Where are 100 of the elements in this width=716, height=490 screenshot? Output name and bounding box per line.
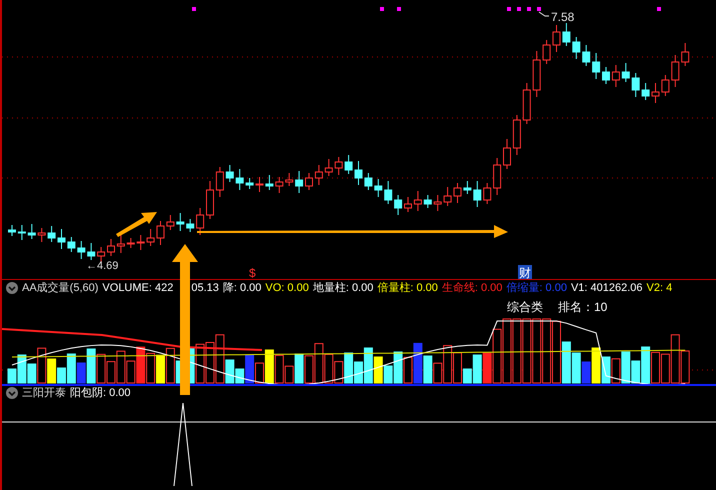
arrow bbox=[116, 212, 157, 237]
high-price-label: 7.58 bbox=[538, 10, 574, 24]
candlestick bbox=[67, 236, 76, 252]
candlestick bbox=[632, 72, 640, 98]
low-price-label: ←4.69 bbox=[86, 260, 118, 272]
candlestick bbox=[562, 22, 570, 46]
candlestick bbox=[28, 224, 36, 240]
candlestick bbox=[364, 172, 372, 190]
indicator-value: 生命线: 0.00 bbox=[442, 280, 502, 296]
candlestick bbox=[156, 220, 164, 246]
event-marker: $ bbox=[249, 266, 256, 279]
candlestick bbox=[642, 82, 650, 100]
candlestick bbox=[354, 160, 362, 186]
indicator-value: V1: 401262.06 bbox=[570, 280, 643, 296]
candlestick bbox=[295, 170, 304, 194]
candlestick bbox=[265, 174, 274, 190]
candlestick bbox=[116, 234, 125, 254]
candlestick bbox=[542, 40, 551, 64]
candlestick bbox=[602, 66, 610, 84]
candlestick bbox=[552, 24, 560, 52]
candlestick bbox=[344, 154, 353, 174]
candlestick bbox=[493, 158, 502, 196]
candlestick bbox=[434, 194, 442, 212]
indicator-value: V2: 4 bbox=[646, 280, 672, 296]
candlestick bbox=[652, 82, 660, 104]
volume-bar bbox=[324, 354, 334, 384]
candlestick bbox=[404, 196, 412, 212]
volume-bar bbox=[314, 343, 324, 384]
indicator-value: 倍缩量: 0.00 bbox=[506, 280, 567, 296]
volume-bar bbox=[602, 356, 610, 384]
candlestick bbox=[87, 242, 96, 260]
candlestick bbox=[454, 182, 462, 204]
candlestick bbox=[58, 228, 66, 250]
candlestick bbox=[681, 42, 690, 66]
candlestick bbox=[256, 176, 264, 192]
candlestick bbox=[592, 52, 600, 80]
candlestick bbox=[314, 164, 323, 186]
indicator-title: AA成交量(5,60) bbox=[22, 280, 98, 296]
candlestick bbox=[374, 178, 382, 198]
indicator-value: 地量柱: 0.00 bbox=[312, 280, 374, 296]
candlestick bbox=[77, 240, 86, 260]
candlestick bbox=[522, 82, 531, 124]
candlestick bbox=[246, 178, 254, 190]
volume-bar bbox=[96, 354, 106, 384]
candlestick bbox=[444, 186, 452, 206]
candlestick bbox=[305, 172, 313, 190]
collapse-icon[interactable] bbox=[6, 282, 18, 294]
signal-marker bbox=[507, 7, 511, 11]
candlestick bbox=[582, 44, 590, 66]
candlestick bbox=[661, 74, 670, 96]
volume-bar bbox=[146, 352, 156, 384]
candlestick bbox=[136, 234, 145, 250]
candlestick bbox=[414, 190, 422, 212]
candlestick bbox=[196, 208, 204, 236]
volume-bar bbox=[512, 318, 522, 384]
signal-marker bbox=[192, 7, 196, 11]
volume-bar bbox=[344, 352, 354, 384]
candlestick bbox=[671, 54, 680, 88]
volume-bar bbox=[196, 344, 205, 384]
candlestick bbox=[226, 164, 234, 182]
candlestick bbox=[622, 62, 630, 82]
candlestick bbox=[166, 214, 174, 230]
volume-bar bbox=[621, 352, 630, 384]
volume-bar bbox=[156, 354, 165, 384]
candlestick bbox=[532, 50, 541, 98]
indicator-value: 倍量柱: 0.00 bbox=[377, 280, 438, 296]
candlestick bbox=[324, 158, 333, 176]
volume-bar bbox=[502, 318, 512, 384]
volume-bar bbox=[542, 318, 552, 384]
signal-marker bbox=[657, 7, 661, 11]
indicator-value: VOLUME: 422 bbox=[102, 280, 174, 296]
candlestick bbox=[473, 180, 482, 208]
signal-marker bbox=[517, 7, 521, 11]
candlestick bbox=[394, 194, 402, 216]
volume-bar bbox=[206, 342, 214, 384]
candlestick bbox=[424, 194, 432, 208]
category-label: 综合类 bbox=[507, 300, 543, 314]
indicator-value: 降: 0.00 bbox=[222, 280, 262, 296]
indicator-value: VO: 0.00 bbox=[265, 280, 309, 296]
candlestick bbox=[176, 212, 184, 232]
collapse-icon[interactable] bbox=[6, 387, 18, 399]
volume-bar bbox=[532, 318, 542, 384]
finance-event-badge: 财 bbox=[518, 265, 532, 279]
signal-marker bbox=[527, 7, 531, 11]
candlestick bbox=[216, 166, 224, 198]
candlestick bbox=[483, 182, 492, 204]
candlestick bbox=[146, 228, 155, 246]
volume-bar bbox=[611, 358, 620, 384]
candlestick bbox=[38, 228, 46, 242]
candlestick bbox=[384, 180, 392, 204]
candlestick bbox=[334, 156, 343, 176]
indicator-value: 05.13 bbox=[191, 280, 219, 296]
indicator-value: 阳包阴: 0.00 bbox=[70, 386, 131, 401]
candlestick bbox=[236, 168, 244, 190]
volume-bar bbox=[304, 355, 314, 384]
candlestick bbox=[206, 180, 214, 220]
candlestick bbox=[463, 180, 472, 194]
volume-bar bbox=[334, 361, 344, 384]
signal-marker bbox=[397, 7, 401, 11]
candlestick bbox=[126, 238, 135, 248]
